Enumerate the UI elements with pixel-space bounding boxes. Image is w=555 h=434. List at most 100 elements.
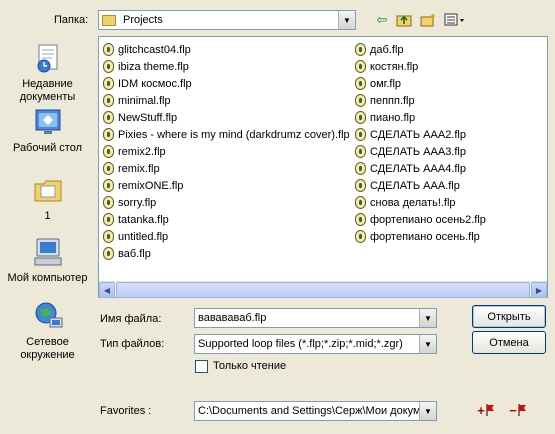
place-label: Мой компьютер [7, 272, 88, 284]
filetype-value: Supported loop files (*.flp;*.zip;*.mid;… [198, 338, 403, 350]
places-bar: Недавние документы Рабочий стол 1 Мой ко… [4, 36, 91, 366]
file-item[interactable]: костян.flp [355, 58, 486, 75]
flp-file-icon [355, 77, 366, 90]
flp-file-icon [355, 94, 366, 107]
file-item[interactable]: СДЕЛАТЬ ААА.flp [355, 177, 486, 194]
file-item[interactable]: minimal.flp [103, 92, 350, 109]
file-item[interactable]: remixONE.flp [103, 177, 350, 194]
horizontal-scrollbar[interactable]: ◀ ▶ [99, 281, 547, 298]
network-icon [32, 300, 64, 332]
add-favorite-button[interactable]: + [474, 400, 498, 420]
remove-favorite-button[interactable]: − [506, 400, 530, 420]
open-button[interactable]: Открыть [472, 305, 546, 328]
favorites-value: C:\Documents and Settings\Серж\Мои докум [198, 405, 419, 417]
file-item[interactable]: NewStuff.flp [103, 109, 350, 126]
recent-documents-icon [32, 42, 64, 74]
file-item[interactable]: ibiza theme.flp [103, 58, 350, 75]
file-item[interactable]: Pixies - where is my mind (darkdrumz cov… [103, 126, 350, 143]
up-folder-icon[interactable] [394, 11, 414, 29]
file-item[interactable]: омг.flp [355, 75, 486, 92]
chevron-down-icon[interactable]: ▼ [338, 11, 355, 29]
file-item[interactable]: IDM космос.flp [103, 75, 350, 92]
favorites-label: Favorites : [100, 405, 152, 417]
file-name: tatanka.flp [118, 213, 169, 226]
file-item[interactable]: sorry.flp [103, 194, 350, 211]
scroll-right-button[interactable]: ▶ [531, 282, 547, 298]
views-menu-icon[interactable] [442, 11, 468, 29]
flp-file-icon [103, 60, 114, 73]
place-desktop[interactable]: Рабочий стол [4, 106, 91, 155]
filename-value: вавававаб.flp [198, 312, 267, 324]
filetype-combo[interactable]: Supported loop files (*.flp;*.zip;*.mid;… [194, 334, 437, 354]
place-label: 1 [44, 210, 51, 222]
file-list[interactable]: glitchcast04.flp ibiza theme.flp IDM космо… [98, 36, 548, 298]
cancel-button[interactable]: Отмена [472, 331, 546, 354]
file-item[interactable]: untitled.flp [103, 228, 350, 245]
folder-combo[interactable]: Projects ▼ [98, 10, 356, 30]
favorites-combo[interactable]: C:\Documents and Settings\Серж\Мои докум… [194, 401, 437, 421]
filename-label: Имя файла: [100, 313, 162, 325]
flp-file-icon [103, 145, 114, 158]
file-name: снова делать!.flp [370, 196, 456, 209]
file-name: костян.flp [370, 60, 419, 73]
flp-file-icon [355, 145, 366, 158]
place-network[interactable]: Сетевое окружение [4, 300, 91, 362]
file-column-1: glitchcast04.flp ibiza theme.flp IDM космо… [103, 41, 350, 262]
place-my-computer[interactable]: Мой компьютер [4, 236, 91, 285]
file-item[interactable]: фортепиано осень.flp [355, 228, 486, 245]
file-item[interactable]: фортепиано осень2.flp [355, 211, 486, 228]
file-name: СДЕЛАТЬ ААА4.flp [370, 162, 466, 175]
scroll-left-button[interactable]: ◀ [99, 282, 115, 298]
folder-label: Папка: [54, 14, 89, 26]
desktop-icon [32, 106, 64, 138]
back-arrow-icon[interactable]: ⇦ [372, 11, 392, 29]
file-name: remix2.flp [118, 145, 166, 158]
place-my-documents[interactable]: 1 [4, 174, 91, 223]
flp-file-icon [355, 213, 366, 226]
file-item[interactable]: снова делать!.flp [355, 194, 486, 211]
file-name: даб.flp [370, 43, 404, 56]
file-name: пеппп.flp [370, 94, 415, 107]
place-recent-documents[interactable]: Недавние документы [4, 42, 91, 104]
file-item[interactable]: remix2.flp [103, 143, 350, 160]
file-name: remix.flp [118, 162, 160, 175]
file-column-2: даб.flp костян.flp омг.flp пеппп.flp пиано.f… [355, 41, 486, 245]
file-item[interactable]: СДЕЛАТЬ ААА2.flp [355, 126, 486, 143]
flp-file-icon [355, 128, 366, 141]
file-name: СДЕЛАТЬ ААА.flp [370, 179, 460, 192]
filetype-label: Тип файлов: [100, 338, 165, 350]
file-name: sorry.flp [118, 196, 157, 209]
readonly-checkbox[interactable] [195, 360, 208, 373]
file-name: СДЕЛАТЬ ААА2.flp [370, 128, 466, 141]
new-folder-icon[interactable] [418, 11, 438, 29]
flp-file-icon [355, 179, 366, 192]
flp-file-icon [355, 196, 366, 209]
filename-field[interactable]: вавававаб.flp ▼ [194, 308, 437, 328]
file-item[interactable]: glitchcast04.flp [103, 41, 350, 58]
file-name: IDM космос.flp [118, 77, 192, 90]
flp-file-icon [103, 213, 114, 226]
file-name: untitled.flp [118, 230, 169, 243]
file-item[interactable]: remix.flp [103, 160, 350, 177]
file-item[interactable]: СДЕЛАТЬ ААА4.flp [355, 160, 486, 177]
file-item[interactable]: пеппп.flp [355, 92, 486, 109]
file-item[interactable]: СДЕЛАТЬ ААА3.flp [355, 143, 486, 160]
chevron-down-icon[interactable]: ▼ [419, 335, 436, 353]
file-item[interactable]: ваб.flp [103, 245, 350, 262]
file-name: ibiza theme.flp [118, 60, 189, 73]
readonly-label: Только чтение [213, 360, 287, 372]
current-folder: Projects [123, 14, 163, 26]
file-item[interactable]: даб.flp [355, 41, 486, 58]
flp-file-icon [103, 196, 114, 209]
flp-file-icon [103, 111, 114, 124]
my-documents-icon [32, 174, 64, 206]
chevron-down-icon[interactable]: ▼ [419, 402, 436, 420]
flag-icon [518, 404, 526, 416]
place-label: Рабочий стол [12, 142, 83, 154]
chevron-down-icon[interactable]: ▼ [419, 309, 436, 327]
scroll-thumb[interactable] [116, 282, 530, 298]
flp-file-icon [103, 128, 114, 141]
file-item[interactable]: пиано.flp [355, 109, 486, 126]
file-item[interactable]: tatanka.flp [103, 211, 350, 228]
file-name: Pixies - where is my mind (darkdrumz cov… [118, 128, 350, 141]
